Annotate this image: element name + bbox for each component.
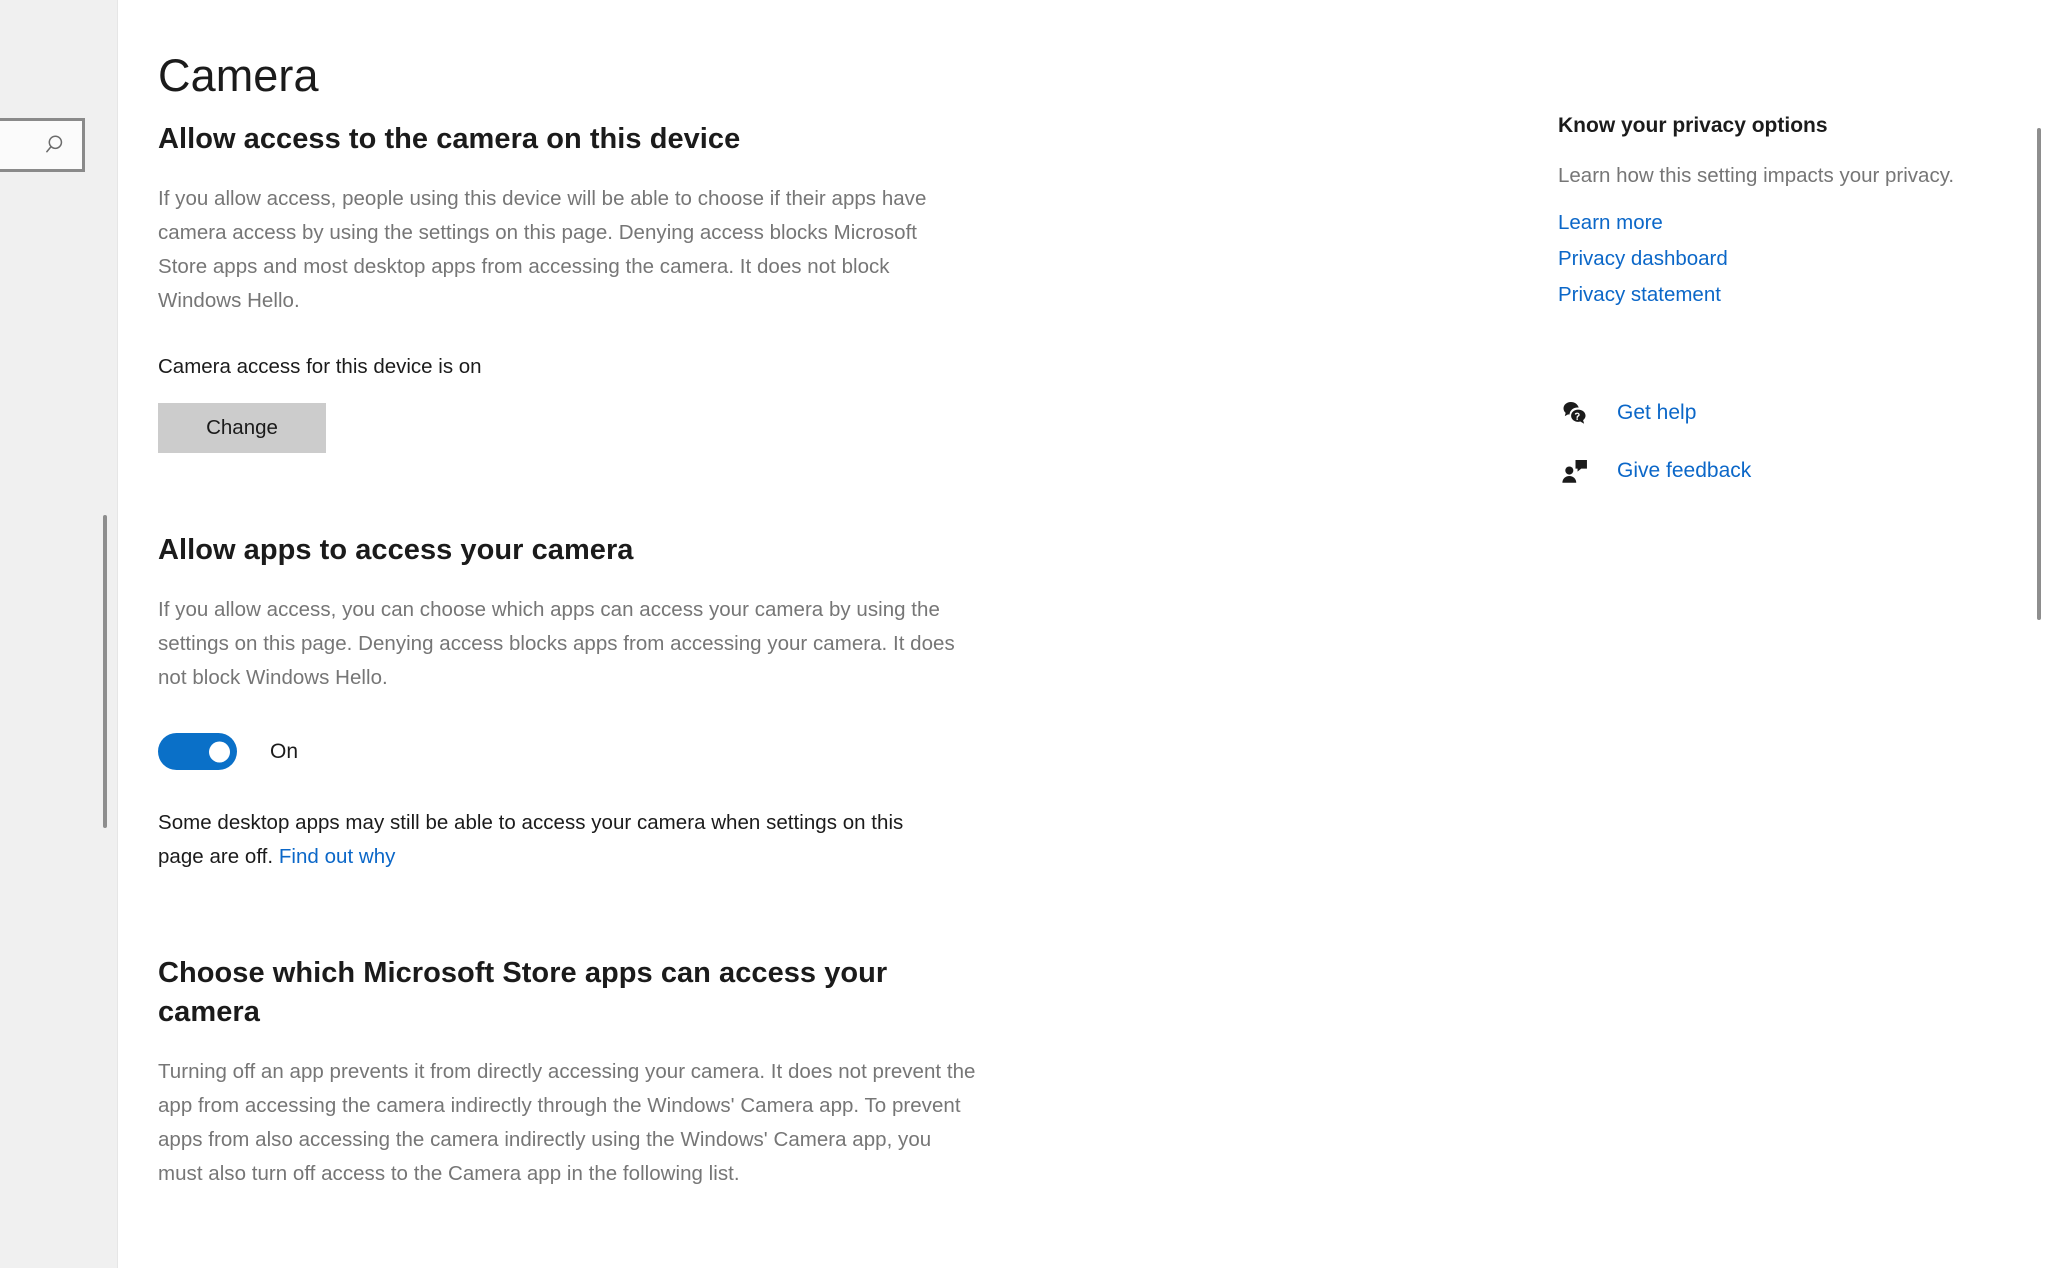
get-help-row[interactable]: Get help [1558, 391, 1988, 435]
question-bubble-icon [1558, 397, 1590, 429]
section-heading-apps-access: Allow apps to access your camera [158, 531, 988, 569]
camera-apps-toggle[interactable] [158, 733, 237, 770]
page-title: Camera [158, 53, 319, 98]
camera-access-status: Camera access for this device is on [158, 354, 988, 381]
section-apps-access: Allow apps to access your camera If you … [158, 531, 988, 874]
section-device-access: Allow access to the camera on this devic… [158, 120, 988, 453]
privacy-options-description: Learn how this setting impacts your priv… [1558, 159, 1978, 192]
section-heading-device-access: Allow access to the camera on this devic… [158, 120, 988, 158]
desktop-apps-note: Some desktop apps may still be able to a… [158, 806, 918, 874]
privacy-statement-link[interactable]: Privacy statement [1558, 277, 1988, 313]
search-icon [44, 132, 70, 158]
related-info-panel: Know your privacy options Learn how this… [1558, 112, 1988, 507]
learn-more-link[interactable]: Learn more [1558, 205, 1988, 241]
section-heading-store-apps: Choose which Microsoft Store apps can ac… [158, 954, 948, 1031]
page-scrollbar-thumb[interactable] [2037, 128, 2041, 620]
privacy-options-heading: Know your privacy options [1558, 112, 1988, 139]
section-store-apps: Choose which Microsoft Store apps can ac… [158, 954, 988, 1191]
get-help-label: Get help [1617, 401, 1696, 425]
toggle-knob [209, 741, 230, 762]
support-links-group: Get help Give feedback [1558, 391, 1988, 493]
settings-main-column: Allow access to the camera on this devic… [158, 120, 988, 1191]
camera-apps-toggle-row: On [158, 733, 988, 770]
person-feedback-icon [1558, 455, 1590, 487]
settings-window: Camera Allow access to the camera on thi… [0, 0, 2048, 1268]
section-description-apps-access: If you allow access, you can choose whic… [158, 593, 978, 695]
section-description-device-access: If you allow access, people using this d… [158, 182, 948, 318]
privacy-links-group: Learn more Privacy dashboard Privacy sta… [1558, 205, 1988, 313]
give-feedback-row[interactable]: Give feedback [1558, 449, 1988, 493]
page-scrollbar[interactable] [2030, 0, 2048, 1268]
privacy-dashboard-link[interactable]: Privacy dashboard [1558, 241, 1988, 277]
change-button[interactable]: Change [158, 403, 326, 453]
search-settings-box[interactable] [0, 118, 85, 172]
find-out-why-link[interactable]: Find out why [279, 845, 396, 868]
toggle-state-label: On [270, 740, 298, 764]
left-navigation-rail [0, 0, 118, 1268]
desktop-apps-note-text: Some desktop apps may still be able to a… [158, 811, 903, 868]
section-description-store-apps: Turning off an app prevents it from dire… [158, 1055, 978, 1191]
content-pane: Camera Allow access to the camera on thi… [118, 0, 2048, 1268]
give-feedback-label: Give feedback [1617, 459, 1751, 483]
sidebar-scrollbar[interactable] [103, 515, 107, 828]
